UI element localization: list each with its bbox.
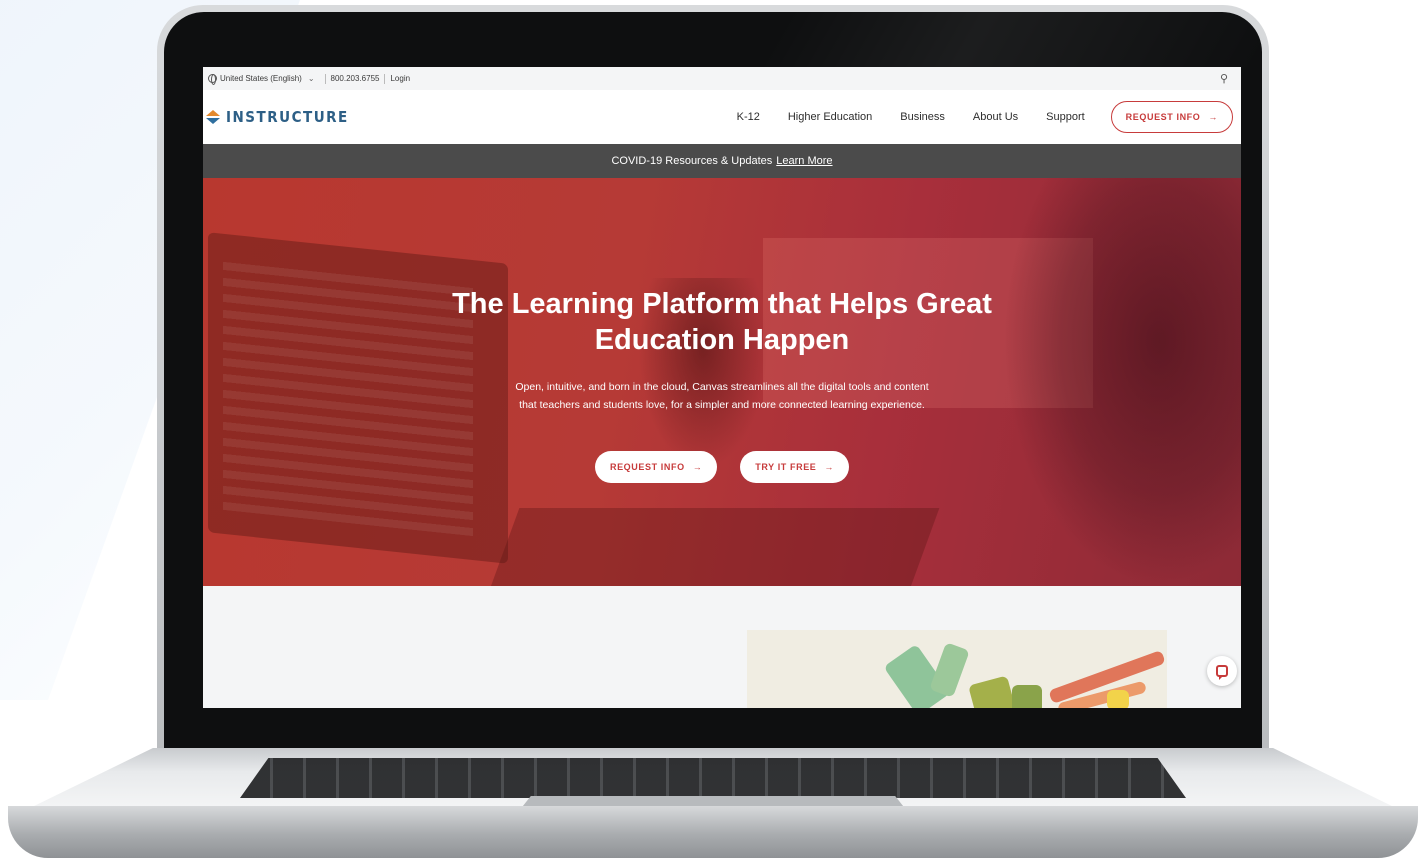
content-section — [203, 586, 1241, 708]
main-nav: INSTRUCTURE K-12 Higher Education Busine… — [203, 90, 1241, 144]
hero-buttons: REQUEST INFO → TRY IT FREE → — [203, 451, 1241, 483]
globe-icon — [208, 74, 217, 85]
try-it-free-button[interactable]: TRY IT FREE → — [740, 451, 850, 483]
covid-banner: COVID-19 Resources & Updates Learn More — [203, 144, 1241, 178]
banner-text: COVID-19 Resources & Updates — [611, 155, 773, 167]
hero-background-desk — [486, 508, 940, 586]
paint-stroke — [929, 642, 970, 698]
request-info-label: REQUEST INFO — [1125, 112, 1201, 122]
arrow-right-icon: → — [824, 462, 835, 472]
chat-button[interactable] — [1207, 656, 1237, 686]
hero-section: The Learning Platform that Helps Great E… — [203, 178, 1241, 586]
nav-item-higher-education[interactable]: Higher Education — [788, 111, 872, 123]
learn-more-link[interactable]: Learn More — [776, 155, 832, 167]
chat-icon — [1216, 665, 1228, 680]
paint-stroke — [1012, 685, 1042, 708]
hero-request-info-label: REQUEST INFO — [609, 462, 685, 472]
paint-stroke — [1107, 690, 1129, 708]
logo-text: INSTRUCTURE — [226, 108, 349, 126]
nav-item-business[interactable]: Business — [900, 111, 945, 123]
laptop-base-front — [8, 806, 1418, 858]
region-selector[interactable]: United States (English) — [220, 74, 302, 83]
hero-request-info-button[interactable]: REQUEST INFO → — [594, 451, 718, 483]
illustration-image — [747, 630, 1167, 708]
arrow-right-icon: → — [1208, 112, 1218, 122]
instructure-logo[interactable]: INSTRUCTURE — [206, 108, 349, 126]
hero-title: The Learning Platform that Helps Great E… — [452, 288, 992, 356]
divider — [324, 73, 326, 84]
logo-mark-icon — [206, 110, 220, 124]
nav-links: K-12 Higher Education Business About Us … — [737, 111, 1085, 123]
request-info-button[interactable]: REQUEST INFO → — [1110, 101, 1233, 133]
browser-screen: United States (English) ⌄ 800.203.6755 L… — [203, 67, 1241, 708]
phone-number[interactable]: 800.203.6755 — [331, 74, 380, 83]
arrow-right-icon: → — [692, 462, 703, 472]
paint-stroke — [968, 675, 1016, 708]
hero-subtitle: Open, intuitive, and born in the cloud, … — [515, 381, 929, 411]
scene: United States (English) ⌄ 800.203.6755 L… — [0, 0, 1426, 863]
nav-item-support[interactable]: Support — [1046, 111, 1085, 123]
utility-bar: United States (English) ⌄ 800.203.6755 L… — [203, 67, 1241, 90]
hero-content: The Learning Platform that Helps Great E… — [203, 286, 1241, 483]
nav-item-k12[interactable]: K-12 — [737, 111, 760, 123]
nav-item-about-us[interactable]: About Us — [973, 111, 1018, 123]
chevron-down-icon[interactable]: ⌄ — [308, 74, 315, 83]
divider — [384, 73, 386, 84]
laptop-keyboard — [240, 758, 1186, 798]
login-link[interactable]: Login — [390, 74, 410, 83]
try-it-free-label: TRY IT FREE — [755, 462, 817, 472]
search-icon[interactable]: ⚲ — [1220, 72, 1228, 85]
